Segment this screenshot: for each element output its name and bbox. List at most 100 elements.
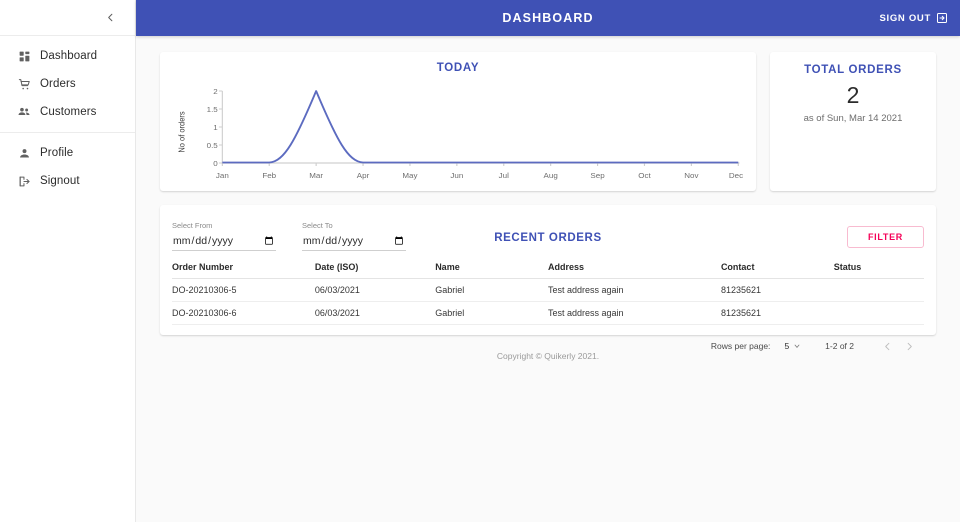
shopping-cart-icon <box>8 78 40 91</box>
chart-x-tick: Jun <box>450 171 463 179</box>
sidebar-item-label: Profile <box>40 147 74 159</box>
select-to-field: Select To <box>302 221 406 251</box>
filter-button[interactable]: FILTER <box>846 226 924 248</box>
chart-y-axis-label: No of orders <box>177 111 187 152</box>
total-orders-subtitle: as of Sun, Mar 14 2021 <box>803 113 903 124</box>
rows-per-page-select[interactable]: 5 <box>784 341 801 351</box>
sidebar-item-label: Dashboard <box>40 50 98 62</box>
sidebar-item-orders[interactable]: Orders <box>0 70 135 98</box>
sidebar-divider <box>0 132 135 133</box>
logout-arrow-icon <box>937 13 947 23</box>
orders-table: Order Number Date (ISO) Name Address Con… <box>172 257 924 325</box>
chart-x-tick: Mar <box>309 171 323 179</box>
chart-y-tick: 1 <box>213 123 217 131</box>
chevron-left-icon <box>884 342 889 350</box>
orders-line-chart: No of orders 2 1.5 1 0.5 0 Jan Feb Mar A… <box>172 80 744 189</box>
select-to-label: Select To <box>302 220 333 230</box>
cell-address: Test address again <box>547 278 721 302</box>
sidebar-nav-primary: Dashboard Orders Customers <box>0 36 135 126</box>
chart-x-tick: May <box>402 171 417 179</box>
chart-x-tick: Oct <box>638 171 651 179</box>
pagination-prev-button[interactable] <box>876 335 898 357</box>
chevron-down-icon <box>794 344 800 348</box>
chart-svg: No of orders 2 1.5 1 0.5 0 Jan Feb Mar A… <box>177 87 743 179</box>
app-header: DASHBOARD SIGN OUT <box>136 0 960 36</box>
orders-table-head: Order Number Date (ISO) Name Address Con… <box>172 257 924 279</box>
signout-button-label: SIGN OUT <box>879 12 931 24</box>
summary-row: TODAY No of orders 2 1.5 1 0.5 0 Jan Feb… <box>160 52 936 191</box>
total-orders-card: TOTAL ORDERS 2 as of Sun, Mar 14 2021 <box>770 52 936 191</box>
total-orders-title: TOTAL ORDERS <box>804 64 902 76</box>
chart-x-tick: Feb <box>262 171 276 179</box>
chart-y-tick: 2 <box>213 87 217 95</box>
pagination-next-button[interactable] <box>898 335 920 357</box>
chart-y-tick: 0 <box>213 159 217 167</box>
chart-y-tick: 0.5 <box>207 141 218 149</box>
chart-y-tick: 1.5 <box>207 105 218 113</box>
select-to-input[interactable] <box>302 232 406 251</box>
cell-order-number: DO-20210306-6 <box>172 301 315 325</box>
table-row[interactable]: DO-20210306-5 06/03/2021 Gabriel Test ad… <box>172 278 924 302</box>
sidebar-item-label: Signout <box>40 175 80 187</box>
pagination-range-label: 1-2 of 2 <box>825 341 854 351</box>
total-orders-value: 2 <box>846 82 860 108</box>
cell-status <box>833 278 924 302</box>
signout-button[interactable]: SIGN OUT <box>879 12 948 24</box>
today-chart-card: TODAY No of orders 2 1.5 1 0.5 0 Jan Feb… <box>160 52 756 191</box>
recent-orders-toolbar: Select From Select To RECENT ORDERS FILT… <box>172 215 924 251</box>
column-header-status: Status <box>833 257 924 279</box>
chevron-right-icon <box>907 342 912 350</box>
cell-name: Gabriel <box>435 278 548 302</box>
select-from-field: Select From <box>172 221 276 251</box>
column-header-order-number: Order Number <box>172 257 315 279</box>
people-group-icon <box>8 105 40 119</box>
chevron-left-icon <box>107 13 112 22</box>
cell-name: Gabriel <box>435 301 548 325</box>
chart-x-tick: Sep <box>590 171 604 179</box>
sidebar-nav-secondary: Profile Signout <box>0 139 135 195</box>
orders-table-body: DO-20210306-5 06/03/2021 Gabriel Test ad… <box>172 278 924 325</box>
select-from-input[interactable] <box>172 232 276 251</box>
app-root: Dashboard Orders Customers Profile Signo… <box>0 0 960 522</box>
column-header-contact: Contact <box>720 257 834 279</box>
cell-contact: 81235621 <box>720 278 834 302</box>
chart-x-tick: Aug <box>544 171 558 179</box>
person-icon <box>8 147 40 160</box>
chart-x-tick: Apr <box>357 171 370 179</box>
sidebar-item-signout[interactable]: Signout <box>0 167 135 195</box>
chart-x-tick: Nov <box>684 171 698 179</box>
sidebar-item-label: Orders <box>40 78 76 90</box>
sidebar-collapse-button[interactable] <box>99 7 121 29</box>
recent-orders-title: RECENT ORDERS <box>494 232 602 244</box>
page-title: DASHBOARD <box>502 11 594 25</box>
sidebar-header <box>0 0 135 36</box>
main-area: DASHBOARD SIGN OUT TODAY No of orders 2 … <box>136 0 960 522</box>
chart-x-tick: Jul <box>499 171 510 179</box>
sidebar: Dashboard Orders Customers Profile Signo… <box>0 0 136 522</box>
dashboard-grid-icon <box>8 50 40 63</box>
footer-copyright: Copyright © Quikerly 2021. <box>496 351 600 361</box>
sidebar-item-profile[interactable]: Profile <box>0 139 135 167</box>
sidebar-item-dashboard[interactable]: Dashboard <box>0 42 135 70</box>
table-header-row: Order Number Date (ISO) Name Address Con… <box>172 257 924 279</box>
sidebar-item-customers[interactable]: Customers <box>0 98 135 126</box>
cell-contact: 81235621 <box>720 301 834 325</box>
table-row[interactable]: DO-20210306-6 06/03/2021 Gabriel Test ad… <box>172 301 924 325</box>
cell-address: Test address again <box>547 301 721 325</box>
chart-x-tick: Jan <box>216 171 229 179</box>
chart-x-tick: Dec <box>729 171 743 179</box>
rows-per-page-label: Rows per page: <box>710 341 771 351</box>
recent-orders-card: Select From Select To RECENT ORDERS FILT… <box>160 205 936 351</box>
cell-date: 06/03/2021 <box>314 278 436 302</box>
logout-arrow-icon <box>8 175 40 188</box>
column-header-name: Name <box>435 257 548 279</box>
today-card-title: TODAY <box>436 62 480 74</box>
cell-status <box>833 301 924 325</box>
cell-order-number: DO-20210306-5 <box>172 278 315 302</box>
rows-per-page-value: 5 <box>784 341 790 351</box>
sidebar-item-label: Customers <box>40 106 97 118</box>
content-area: TODAY No of orders 2 1.5 1 0.5 0 Jan Feb… <box>136 36 960 361</box>
chart-series-line <box>222 90 739 164</box>
select-from-label: Select From <box>172 220 213 230</box>
column-header-date: Date (ISO) <box>314 257 436 279</box>
